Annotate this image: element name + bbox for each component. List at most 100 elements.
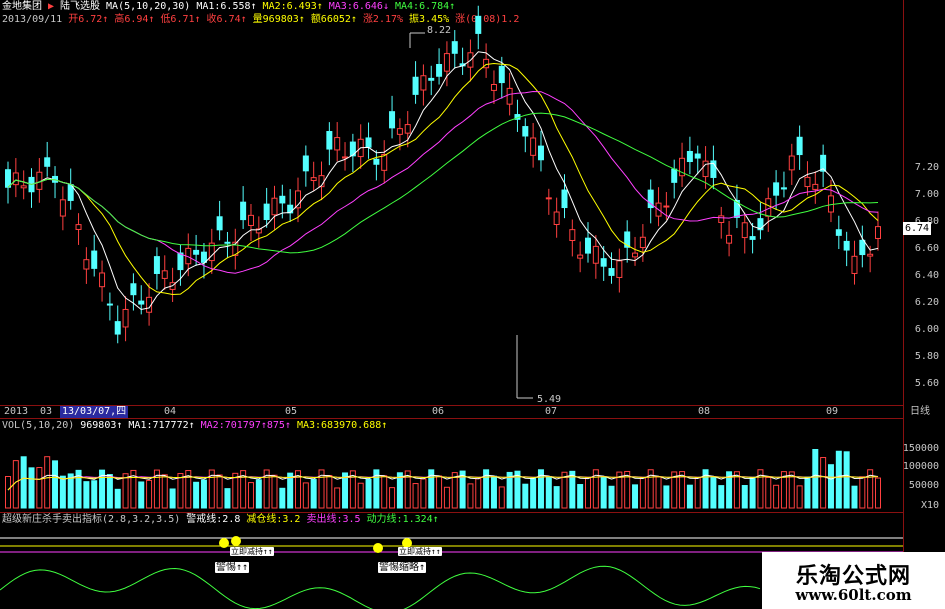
warn-line-label: 警戒线:2.8 bbox=[186, 514, 241, 525]
volume-bar bbox=[169, 488, 176, 509]
volume-bar bbox=[255, 479, 262, 509]
time-axis-month: 04 bbox=[164, 406, 177, 417]
signal-label: 立即减持↑↑ bbox=[230, 546, 274, 558]
volume-bar bbox=[36, 467, 43, 509]
volume-bar bbox=[600, 476, 607, 509]
volume-bar bbox=[820, 457, 827, 509]
ma1-line bbox=[7, 51, 879, 311]
volume-bar bbox=[843, 451, 850, 509]
volume-bar bbox=[655, 476, 662, 509]
signal-tag: 立即减持↑↑ bbox=[398, 547, 442, 556]
candle-body bbox=[240, 201, 247, 221]
time-axis-month: 08 bbox=[698, 406, 711, 417]
candle-body bbox=[83, 259, 90, 270]
volume-tick: 150000 bbox=[902, 443, 939, 454]
candle-body bbox=[216, 216, 223, 231]
candle-body bbox=[224, 241, 231, 244]
smiley-signal-icon bbox=[219, 538, 229, 548]
smiley-signal-icon bbox=[231, 536, 241, 546]
candle-body bbox=[396, 128, 403, 135]
candle-body bbox=[279, 195, 286, 204]
candle-body bbox=[694, 153, 701, 159]
volume-bar bbox=[718, 485, 725, 509]
candle-body bbox=[381, 153, 388, 171]
reduce-line-label: 减仓线:3.2 bbox=[246, 514, 301, 525]
candle-body bbox=[506, 87, 513, 105]
vol-params: VOL(5,10,20) bbox=[2, 420, 75, 431]
candle-body bbox=[537, 145, 544, 161]
candle-body bbox=[741, 222, 748, 239]
ma2-line bbox=[7, 62, 879, 296]
candle-body bbox=[812, 183, 819, 190]
volume-bar bbox=[765, 477, 772, 509]
candle-body bbox=[600, 258, 607, 267]
signal-tag: 警惕↑↑ bbox=[215, 562, 250, 573]
candle-body bbox=[749, 236, 756, 240]
period-label[interactable]: 日线 bbox=[910, 406, 930, 418]
candle-body bbox=[780, 187, 787, 190]
volume-bar bbox=[389, 487, 396, 509]
volume-bar bbox=[804, 476, 811, 509]
time-axis-start: 2013 bbox=[4, 406, 29, 417]
low-annotation: 5.49 bbox=[537, 394, 562, 405]
volume-bar bbox=[138, 481, 145, 509]
price-tick: 7.20 bbox=[914, 162, 939, 173]
indicator-title[interactable]: 超级新庄杀手卖出指标 bbox=[2, 514, 102, 526]
candle-body bbox=[530, 137, 537, 156]
vol-ma2: MA2:701797↑875↑ bbox=[200, 420, 291, 431]
indicator-header: 超级新庄杀手卖出指标 (2.8,3.2,3.5) 警戒线:2.8 减仓线:3.2… bbox=[2, 514, 439, 526]
watermark-url: www.60lt.com bbox=[795, 586, 912, 604]
volume-header: VOL(5,10,20) 969803↑ MA1:717772↑ MA2:701… bbox=[2, 420, 387, 432]
candle-body bbox=[843, 240, 850, 251]
volume-bar bbox=[224, 488, 231, 509]
volume-bar bbox=[639, 477, 646, 509]
volume-bar bbox=[200, 479, 207, 509]
volume-bar bbox=[52, 460, 59, 509]
volume-bar bbox=[271, 474, 278, 509]
price-tick: 5.80 bbox=[914, 351, 939, 362]
price-tick: 6.20 bbox=[914, 297, 939, 308]
candle-body bbox=[271, 197, 278, 216]
volume-bar bbox=[216, 474, 223, 509]
volume-bar bbox=[577, 484, 584, 509]
candle-body bbox=[561, 189, 568, 209]
time-axis-month: 09 bbox=[826, 406, 839, 417]
volume-bar bbox=[146, 479, 153, 509]
volume-bar bbox=[342, 472, 349, 509]
candle-body bbox=[302, 155, 309, 172]
candle-body bbox=[671, 168, 678, 183]
candle-body bbox=[718, 215, 725, 223]
volume-bar bbox=[287, 472, 294, 509]
volume-bar bbox=[608, 485, 615, 509]
volume-bar bbox=[5, 476, 11, 509]
volume-tick: 100000 bbox=[902, 461, 939, 472]
candle-body bbox=[373, 158, 380, 165]
candle-body bbox=[443, 53, 450, 72]
volume-bar bbox=[741, 485, 748, 509]
time-axis-month: 05 bbox=[285, 406, 298, 417]
candle-body bbox=[420, 75, 427, 91]
volume-tick: 50000 bbox=[908, 480, 939, 491]
volume-bar bbox=[365, 478, 372, 509]
volume-bar bbox=[632, 484, 639, 509]
volume-bar bbox=[279, 487, 286, 509]
volume-bar bbox=[585, 477, 591, 509]
volume-bar bbox=[490, 475, 497, 509]
volume-bar bbox=[28, 467, 35, 509]
volume-bar bbox=[522, 483, 529, 509]
candle-body bbox=[106, 303, 113, 306]
candle-body bbox=[130, 283, 137, 296]
candle-body bbox=[404, 124, 411, 134]
signal-label: 警惕↑↑ bbox=[215, 562, 250, 574]
candle-body bbox=[632, 252, 639, 258]
candle-body bbox=[804, 176, 811, 188]
candle-body bbox=[153, 256, 160, 274]
volume-bar bbox=[67, 473, 74, 509]
volume-bar bbox=[436, 475, 443, 509]
volume-bar bbox=[443, 486, 450, 509]
volume-bar bbox=[20, 456, 27, 509]
candle-body bbox=[592, 245, 599, 264]
candle-body bbox=[835, 229, 842, 236]
volume-bar bbox=[59, 475, 66, 509]
candle-body bbox=[702, 160, 709, 178]
